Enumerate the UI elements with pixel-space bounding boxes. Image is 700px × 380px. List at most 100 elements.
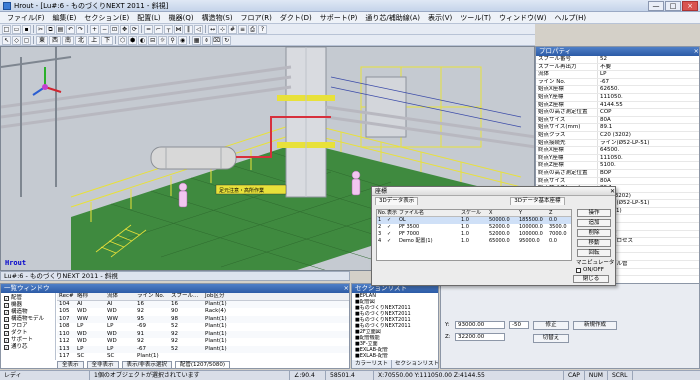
view-down-button[interactable]: 下 (101, 35, 114, 45)
view-north-button[interactable]: 北 (75, 35, 88, 45)
measure-icon[interactable]: ↔ (208, 24, 217, 34)
cut-icon[interactable]: ✂ (36, 24, 45, 34)
menu-help[interactable]: ヘルプ(H) (550, 13, 590, 23)
offset-field[interactable]: -50 (509, 321, 529, 329)
switch-button[interactable]: 切替え (533, 334, 569, 343)
property-row[interactable]: 始点接続先 ライン(Ø52-LP-51) (536, 139, 699, 148)
panel-close-icon[interactable]: × (344, 284, 349, 293)
viewport-tab[interactable]: Lu#:6 - ものづくりNEXT 2011 - 斜視 (0, 271, 350, 281)
tree-item[interactable]: ✓ 通り芯 (1, 344, 55, 351)
visible-checkbox[interactable]: ✓ (387, 238, 399, 245)
column-abbr[interactable]: 略称 (77, 293, 107, 300)
property-row[interactable]: ライン No. -67 (536, 78, 699, 87)
new-file-icon[interactable]: □ (2, 24, 11, 34)
property-value[interactable]: LP (598, 71, 699, 78)
tree-item[interactable]: ✓ 配管 (1, 295, 55, 302)
toggle-visibility-button[interactable]: 表示/非表示選択 (121, 361, 172, 369)
property-value[interactable]: COP (598, 109, 699, 116)
property-row[interactable]: 終点Y座標 111050. (536, 154, 699, 163)
data-file-row[interactable]: 2 ✓ PF 3500 1.0 52000.0 100000.0 3500.0 (377, 224, 571, 231)
elbow-tool-icon[interactable]: ⌐ (154, 24, 163, 34)
property-row[interactable]: スプール再出力 不要 (536, 63, 699, 72)
property-row[interactable]: 始点X座標 62650. (536, 86, 699, 94)
menu-equipment[interactable]: 機器(Q) (165, 13, 198, 23)
property-value[interactable]: 不要 (598, 64, 699, 71)
save-icon[interactable]: ▪ (22, 24, 31, 34)
close-dialog-button[interactable]: 閉じる (573, 275, 609, 283)
view-south-button[interactable]: 南 (62, 35, 75, 45)
menu-section[interactable]: セクション(E) (80, 13, 133, 23)
property-value[interactable]: 111050. (598, 155, 699, 162)
modify-button[interactable]: 修正 (533, 321, 569, 330)
view-top-icon[interactable]: ▢ (22, 35, 31, 45)
pan-icon[interactable]: ✥ (120, 24, 129, 34)
filter-icon[interactable]: ⌽ (202, 35, 212, 45)
property-row[interactable]: 始点サイズ(mm) 89.1 (536, 124, 699, 132)
table-row[interactable]: 104 AI AI 16 16 Plant(1) (57, 300, 349, 308)
property-row[interactable]: 終点サイズ 80A (536, 177, 699, 186)
property-row[interactable]: 始点Z座標 4144.55 (536, 101, 699, 110)
menu-structure[interactable]: 構造物(S) (198, 13, 237, 23)
rotate-button[interactable]: 回転 (577, 249, 611, 257)
redo-icon[interactable]: ↷ (76, 24, 85, 34)
close-button[interactable]: × (682, 0, 698, 11)
rotate-icon[interactable]: ⟳ (130, 24, 139, 34)
refresh-icon[interactable]: ↻ (222, 35, 232, 45)
data-file-row[interactable]: 4 ✓ Demo 配置(1) 1.0 65000.0 95000.0 0.0 (377, 238, 571, 245)
data-file-row[interactable]: 1 ✓ OL 1.0 50000.0 185500.0 0.0 (377, 217, 571, 224)
shade-icon[interactable]: ⬢ (128, 35, 138, 45)
clip-icon[interactable]: ⌧ (212, 35, 222, 45)
data-file-row[interactable]: 3 ✓ PF 7000 1.0 52000.0 100000.0 7000.0 (377, 231, 571, 238)
dialog-close-icon[interactable]: ✕ (610, 187, 615, 195)
hide-all-button[interactable]: 全非表示 (86, 361, 119, 369)
walk-icon[interactable]: ⚲ (168, 35, 178, 45)
table-row[interactable]: 117 SC SC Plant(1) (57, 353, 349, 360)
z-field[interactable]: 32200.00 (455, 333, 505, 341)
select-icon[interactable]: ↖ (2, 35, 11, 45)
tree-item[interactable]: ✓ サポート (1, 337, 55, 344)
visible-checkbox[interactable]: ✓ (387, 217, 399, 224)
tree-checkbox[interactable]: ✓ (4, 317, 9, 322)
tree-item[interactable]: ✓ 構造物モデル (1, 316, 55, 323)
menu-file[interactable]: ファイル(F) (3, 13, 49, 23)
property-row[interactable]: 終点X座標 64500. (536, 147, 699, 155)
table-row[interactable]: 107 WW WW 95 98 Plant(1) (57, 315, 349, 323)
menu-window[interactable]: ウィンドウ(W) (495, 13, 550, 23)
property-value[interactable]: 5100. (598, 162, 699, 169)
property-value[interactable]: 64500. (598, 147, 699, 154)
add-button[interactable]: 追加 (577, 219, 611, 227)
print-icon[interactable]: ⎙ (248, 24, 257, 34)
table-row[interactable]: 110 WD WD 91 92 Plant(1) (57, 330, 349, 338)
property-value[interactable]: 62650. (598, 86, 699, 93)
tree-checkbox[interactable]: ✓ (4, 345, 9, 350)
table-row[interactable]: 113 LP LP -67 52 Plant(1) (57, 345, 349, 353)
tree-item[interactable]: ✓ フロア (1, 323, 55, 330)
property-value[interactable]: -67 (598, 79, 699, 86)
column-fluid[interactable]: 流体 (107, 293, 137, 300)
maximize-button[interactable]: □ (665, 0, 681, 11)
property-row[interactable]: スプール番号 52 (536, 56, 699, 64)
piping-count-tab[interactable]: 配管(1207/5080) (174, 361, 231, 369)
tree-checkbox[interactable]: ✓ (4, 324, 9, 329)
menu-tools[interactable]: ツール(T) (456, 13, 495, 23)
tree-item[interactable]: ✓ 構造物 (1, 309, 55, 316)
table-row[interactable]: 112 WD WD 92 92 Plant(1) (57, 338, 349, 346)
property-row[interactable]: 始点の高さ測定位置 COP (536, 109, 699, 117)
tree-item[interactable]: ✓ ダクト (1, 330, 55, 337)
minimize-button[interactable]: — (648, 0, 664, 11)
column-spool[interactable]: スプール... (171, 293, 205, 300)
show-all-button[interactable]: 全表示 (57, 361, 84, 369)
property-row[interactable]: 終点の高さ測定位置 BOP (536, 169, 699, 178)
operate-button[interactable]: 操作 (577, 209, 611, 217)
camera-icon[interactable]: ◉ (178, 35, 188, 45)
property-value[interactable]: ライン(Ø52-LP-51) (598, 140, 699, 147)
wireframe-icon[interactable]: ⬡ (118, 35, 128, 45)
tab-section-list[interactable]: セクションリスト (392, 360, 444, 368)
view-iso-icon[interactable]: ◇ (12, 35, 21, 45)
tree-item[interactable]: ✓ 機器 (1, 302, 55, 309)
y-field[interactable]: 93000.00 (455, 321, 505, 329)
reducer-tool-icon[interactable]: ◁ (194, 24, 203, 34)
menu-view[interactable]: 表示(V) (424, 13, 456, 23)
panel-close-icon[interactable]: × (694, 47, 699, 56)
column-job[interactable]: Job区分 (205, 293, 245, 300)
